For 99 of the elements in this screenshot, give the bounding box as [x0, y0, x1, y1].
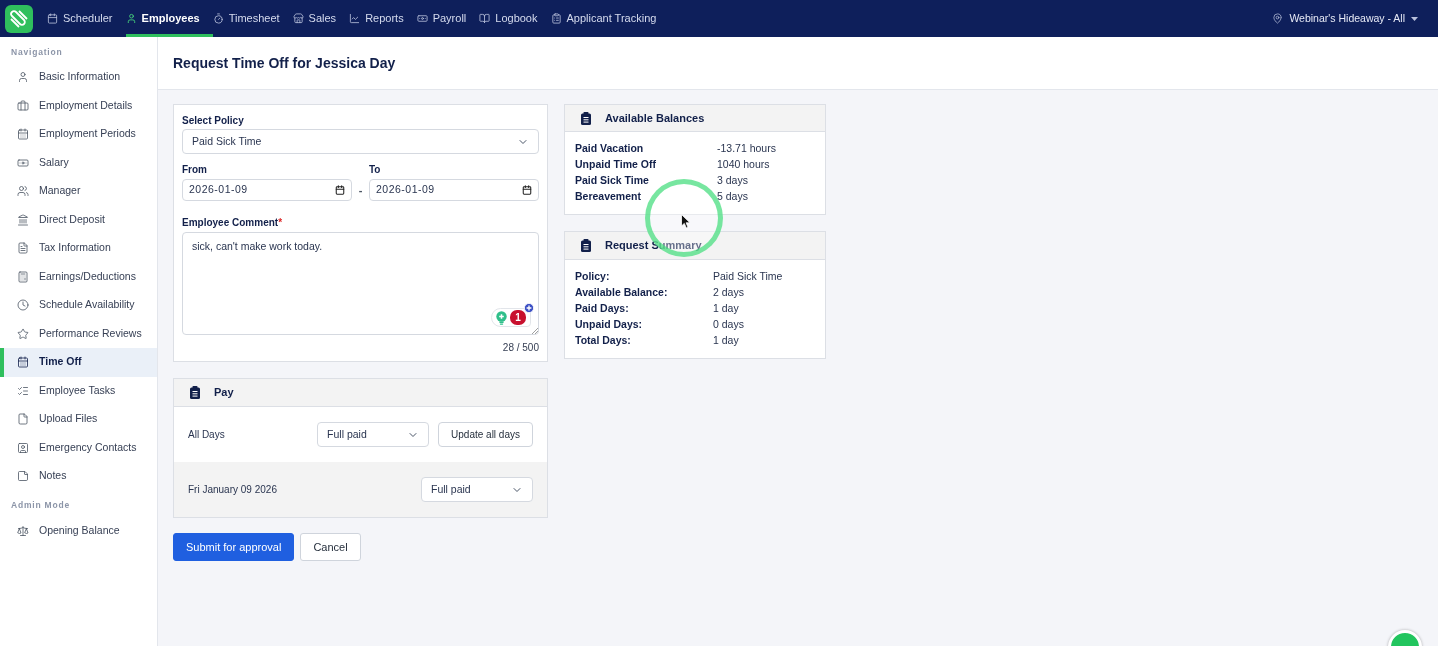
user-icon	[125, 13, 137, 24]
star-icon	[17, 327, 29, 340]
date-field[interactable]: 2026-01-09	[369, 179, 539, 201]
info-label: Unpaid Time Off	[575, 157, 657, 173]
note-icon	[17, 470, 29, 483]
info-label: Paid Vacation	[575, 141, 645, 157]
field-label: From	[182, 163, 208, 175]
location-selector[interactable]: Webinar's Hideaway - All	[1272, 10, 1418, 27]
card-title: Available Balances	[605, 110, 705, 126]
field-label: To	[369, 163, 382, 175]
sidebar-item[interactable]: Basic Information	[0, 63, 157, 92]
info-value: 1 day	[713, 301, 740, 317]
stopwatch-icon	[212, 13, 224, 24]
info-label: Unpaid Days:	[575, 317, 644, 333]
sidebar-item[interactable]: Tax Information	[0, 234, 157, 263]
book-icon	[479, 13, 491, 24]
select-dropdown[interactable]: Full paid	[421, 477, 533, 502]
sidebar-item[interactable]: Manager	[0, 177, 157, 206]
sidebar-item[interactable]: Salary	[0, 148, 157, 177]
page-title: Request Time Off for Jessica Day	[173, 53, 396, 73]
sidebar-item[interactable]: Opening Balance	[0, 516, 157, 545]
info-value: 3 days	[717, 173, 749, 189]
calendar-icon	[17, 128, 29, 141]
sidebar-item[interactable]: Employee Tasks	[0, 376, 157, 405]
date-field[interactable]: 2026-01-09	[182, 179, 352, 201]
lightbulb-icon	[496, 310, 507, 325]
plus-icon[interactable]	[524, 303, 534, 313]
bank-icon	[17, 213, 29, 226]
sidebar-item[interactable]: Performance Reviews	[0, 319, 157, 348]
line-chart-icon	[349, 13, 361, 24]
calendar-icon	[522, 185, 532, 195]
nav-tab[interactable]: Applicant Tracking	[550, 0, 670, 37]
info-label: Paid Sick Time	[575, 173, 650, 189]
character-counter: 28 / 500	[502, 341, 539, 353]
briefcase-icon	[17, 99, 29, 112]
info-label: Policy:	[575, 269, 611, 285]
users-icon	[17, 185, 29, 198]
calendar-icon	[47, 13, 58, 24]
field-label: Select Policy	[182, 114, 245, 126]
submit-button[interactable]: Submit for approval	[173, 533, 295, 561]
calendar-icon	[335, 185, 345, 195]
sidebar-heading: Admin Mode	[10, 499, 71, 513]
info-value: -13.71 hours	[717, 141, 777, 157]
checklist-icon	[17, 384, 29, 397]
file-icon	[17, 413, 29, 426]
app-logo-icon[interactable]	[5, 4, 33, 33]
nav-tab[interactable]: Payroll	[416, 0, 480, 37]
document-icon	[17, 242, 29, 255]
clock-icon	[17, 299, 29, 312]
map-pin-icon	[1272, 13, 1284, 24]
caret-down-icon	[1411, 16, 1418, 21]
store-icon	[292, 13, 304, 24]
user-icon	[17, 71, 29, 84]
update-all-days-button[interactable]: Update all days	[438, 422, 533, 447]
sidebar-item[interactable]: Employment Periods	[0, 120, 157, 149]
info-value: 2 days	[713, 285, 745, 301]
banknote-icon	[17, 156, 29, 169]
info-label: Total Days:	[575, 333, 632, 349]
resize-handle-icon[interactable]	[532, 328, 538, 334]
clipboard-icon	[550, 13, 562, 24]
contact-card-icon	[17, 441, 29, 454]
info-value: 1040 hours	[717, 157, 771, 173]
sidebar-item[interactable]: Employment Details	[0, 91, 157, 120]
clipboard-icon	[581, 111, 591, 125]
sidebar-item[interactable]: Earnings/Deductions	[0, 262, 157, 291]
scale-icon	[17, 524, 29, 537]
info-value: 1 day	[713, 333, 740, 349]
sidebar-heading: Navigation	[10, 45, 64, 59]
nav-tab[interactable]: Sales	[292, 0, 350, 37]
issue-count-badge: 1	[510, 310, 526, 325]
info-value: 0 days	[713, 317, 745, 333]
cancel-button[interactable]: Cancel	[300, 533, 361, 561]
select-dropdown[interactable]: Full paid	[317, 422, 430, 447]
field-label: Employee Comment*	[182, 216, 284, 228]
sidebar-item[interactable]: Direct Deposit	[0, 205, 157, 234]
clipboard-icon	[190, 386, 200, 399]
calculator-icon	[17, 270, 29, 283]
sidebar-item[interactable]: Time Off	[0, 348, 157, 377]
info-label: Bereavement	[575, 189, 642, 205]
select-dropdown[interactable]: Paid Sick Time	[182, 129, 539, 154]
calendar-icon	[17, 356, 29, 369]
sidebar-item[interactable]: Emergency Contacts	[0, 433, 157, 462]
info-value: Paid Sick Time	[713, 269, 784, 285]
sidebar-item[interactable]: Schedule Availability	[0, 291, 157, 320]
range-separator: -	[357, 182, 364, 198]
nav-tab[interactable]: Timesheet	[212, 0, 293, 37]
card-title: Pay	[214, 385, 234, 401]
info-label: Paid Days:	[575, 301, 630, 317]
nav-tab[interactable]: Scheduler	[47, 0, 126, 37]
info-value: 5 days	[717, 189, 749, 205]
sidebar-item[interactable]: Upload Files	[0, 405, 157, 434]
pay-row-label: All Days	[188, 428, 225, 442]
pay-row-label: Fri January 09 2026	[188, 483, 277, 497]
sidebar-item[interactable]: Notes	[0, 462, 157, 491]
banknote-icon	[416, 13, 428, 24]
nav-tab[interactable]: Logbook	[479, 0, 551, 37]
info-label: Available Balance:	[575, 285, 669, 301]
nav-tab[interactable]: Reports	[349, 0, 417, 37]
clipboard-icon	[581, 239, 591, 252]
